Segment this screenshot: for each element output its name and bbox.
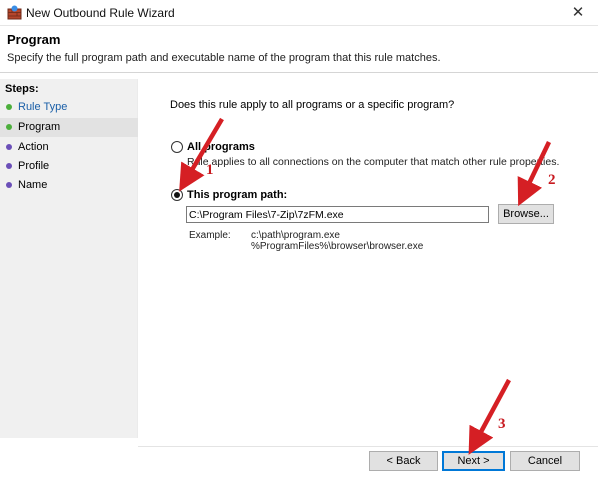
- back-button[interactable]: < Back: [369, 451, 438, 471]
- page-title: Program: [7, 32, 61, 47]
- next-button[interactable]: Next >: [442, 451, 505, 471]
- all-programs-description: Rule applies to all connections on the c…: [187, 156, 560, 168]
- step-label: Action: [18, 141, 49, 153]
- step-status-dot: [6, 124, 12, 130]
- steps-panel: Steps: Rule Type Program Action Profile …: [0, 79, 160, 480]
- program-path-label[interactable]: This program path:: [187, 189, 287, 201]
- close-icon[interactable]: ✕: [558, 0, 598, 26]
- step-status-dot: [6, 182, 12, 188]
- window-title: New Outbound Rule Wizard: [26, 6, 175, 20]
- panel-blank-area: [0, 438, 160, 480]
- step-name: Name: [0, 176, 138, 195]
- example-label: Example:: [189, 230, 231, 241]
- step-status-dot: [6, 163, 12, 169]
- page-description: Specify the full program path and execut…: [7, 52, 441, 64]
- example-path-2: %ProgramFiles%\browser\browser.exe: [251, 241, 424, 252]
- step-program[interactable]: Program: [0, 118, 138, 137]
- annotation-number-2: 2: [548, 172, 556, 188]
- step-label: Rule Type: [18, 101, 68, 113]
- step-action: Action: [0, 138, 138, 157]
- step-label: Profile: [18, 160, 50, 172]
- browse-button[interactable]: Browse...: [498, 204, 554, 224]
- step-status-dot: [6, 144, 12, 150]
- all-programs-label[interactable]: All programs: [187, 141, 255, 153]
- all-programs-radio[interactable]: [171, 141, 183, 153]
- step-profile: Profile: [0, 157, 138, 176]
- arrow-2: [517, 141, 552, 207]
- firewall-icon: [7, 5, 22, 20]
- step-label: Name: [18, 179, 48, 191]
- step-status-dot: [6, 104, 12, 110]
- step-label: Program: [18, 121, 61, 133]
- title-bar: New Outbound Rule Wizard ✕: [0, 0, 598, 26]
- arrow-3: [468, 378, 511, 455]
- program-path-input[interactable]: [186, 206, 489, 223]
- scope-question: Does this rule apply to all programs or …: [170, 99, 455, 111]
- step-rule-type[interactable]: Rule Type: [0, 98, 138, 117]
- cancel-button[interactable]: Cancel: [510, 451, 580, 471]
- steps-title: Steps:: [5, 83, 39, 95]
- program-path-radio[interactable]: [171, 189, 183, 201]
- footer-divider: [138, 446, 598, 447]
- example-path-1: c:\path\program.exe: [251, 230, 340, 241]
- header-divider: [0, 72, 598, 73]
- wizard-header: Program Specify the full program path an…: [0, 26, 598, 70]
- annotation-number-1: 1: [206, 162, 214, 178]
- annotation-number-3: 3: [498, 416, 506, 432]
